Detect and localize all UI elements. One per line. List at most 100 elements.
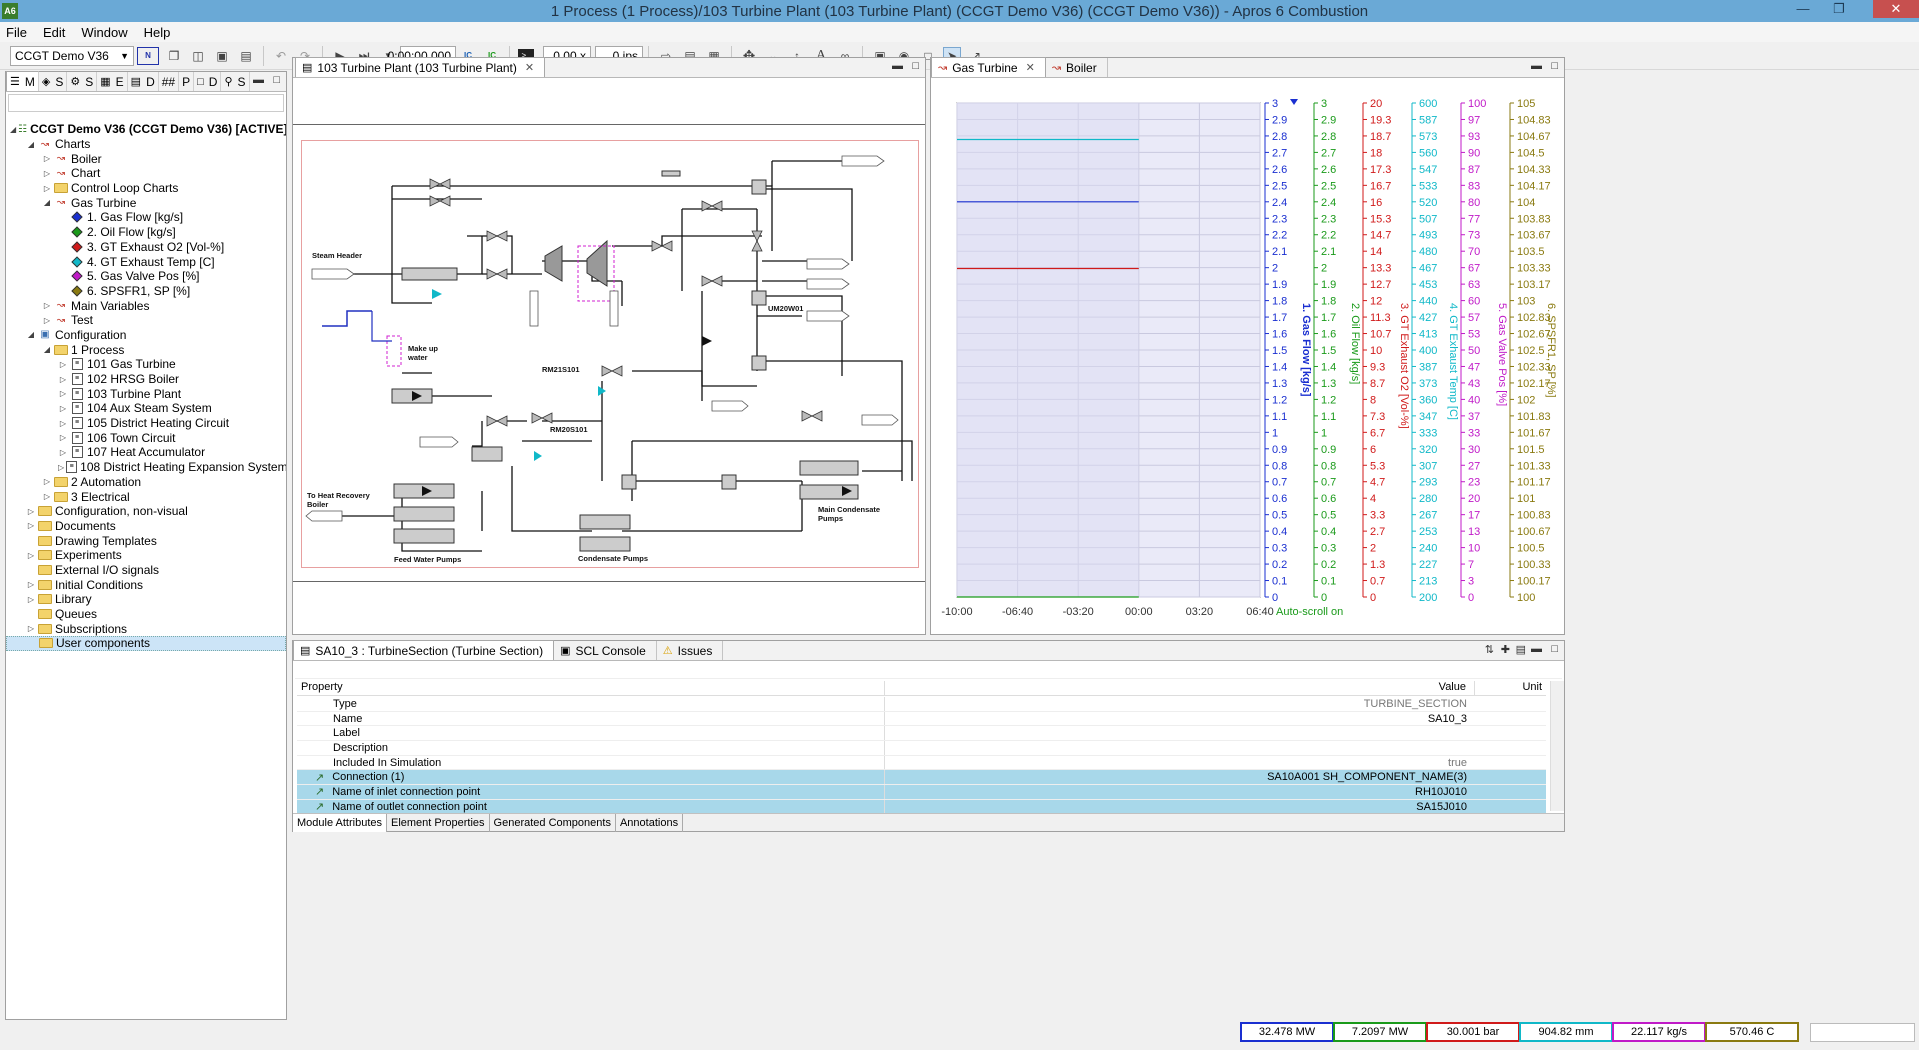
subtab-element-properties[interactable]: Element Properties	[387, 813, 490, 832]
tree-node[interactable]: 1. Gas Flow [kg/s]	[6, 210, 286, 225]
tree-node[interactable]: ▷ ↝ Boiler	[6, 151, 286, 166]
tree-node[interactable]: ◢ 1 Process	[6, 342, 286, 357]
expanded-arrow-icon[interactable]: ◢	[26, 330, 36, 339]
tab-symbols[interactable]: ◈ S	[39, 72, 68, 91]
collapsed-arrow-icon[interactable]: ▷	[58, 448, 68, 457]
undo-icon[interactable]: ↶	[272, 47, 290, 65]
tab-p[interactable]: P	[179, 72, 195, 91]
collapsed-arrow-icon[interactable]: ▷	[26, 580, 36, 589]
tab-properties[interactable]: ▤ SA10_3 : TurbineSection (Turbine Sectio…	[293, 640, 555, 660]
tree-node[interactable]: ▷ ≡ 104 Aux Steam System	[6, 401, 286, 416]
collapsed-arrow-icon[interactable]: ▷	[42, 477, 52, 486]
maximize-view-icon[interactable]: □	[1551, 643, 1558, 655]
property-value[interactable]	[885, 726, 1475, 740]
tree-node[interactable]: Drawing Templates	[6, 533, 286, 548]
tab-search[interactable]: ⚲ S	[221, 72, 250, 91]
property-row[interactable]: ↗ Connection (1) SA10A001 SH_COMPONENT_NAM…	[297, 770, 1546, 786]
view-menu-icon[interactable]: ▤	[1516, 643, 1526, 656]
column-property[interactable]: Property	[297, 681, 885, 695]
menu-edit[interactable]: Edit	[43, 25, 65, 40]
property-value[interactable]	[885, 741, 1475, 755]
properties-filter[interactable]	[295, 662, 1562, 679]
tree-node[interactable]: 3. GT Exhaust O2 [Vol-%]	[6, 240, 286, 255]
maximize-view-icon[interactable]: □	[1551, 60, 1558, 72]
tree-node[interactable]: User components	[6, 636, 286, 651]
minimize-view-icon[interactable]: ▬	[253, 74, 264, 86]
tree-node[interactable]: ◢ ▣ Configuration	[6, 328, 286, 343]
tab-model[interactable]: ☰ M	[6, 71, 39, 91]
tree-node[interactable]: 5. Gas Valve Pos [%]	[6, 269, 286, 284]
tree-node[interactable]: ◢ ↝ Gas Turbine	[6, 195, 286, 210]
tree-node[interactable]: ▷ 3 Electrical	[6, 489, 286, 504]
copy-icon[interactable]: ❐	[165, 47, 183, 65]
property-value[interactable]: RH10J010	[885, 785, 1475, 799]
tree-node[interactable]: 4. GT Exhaust Temp [C]	[6, 254, 286, 269]
minimize-view-icon[interactable]: ▬	[1531, 60, 1542, 72]
property-row[interactable]: ↗ Name of inlet connection point RH10J010	[297, 785, 1546, 800]
property-value[interactable]: true	[885, 756, 1475, 770]
tree-node[interactable]: ▷ 2 Automation	[6, 475, 286, 490]
tab-diagrams[interactable]: ▤ D	[128, 72, 159, 91]
tree-node[interactable]: ◢ ↝ Charts	[6, 137, 286, 152]
subtab-module-attributes[interactable]: Module Attributes	[293, 813, 387, 832]
property-value[interactable]: SA10_3	[885, 712, 1475, 726]
tree-node[interactable]: ▷ ↝ Chart	[6, 166, 286, 181]
property-value[interactable]: SA10A001 SH_COMPONENT_NAME(3)	[885, 770, 1475, 784]
tree-node[interactable]: 2. Oil Flow [kg/s]	[6, 225, 286, 240]
properties-scrollbar[interactable]	[1550, 681, 1564, 811]
property-row[interactable]: Label	[297, 726, 1546, 742]
collapsed-arrow-icon[interactable]: ▷	[42, 169, 52, 178]
collapsed-arrow-icon[interactable]: ▷	[58, 389, 68, 398]
tree-node[interactable]: ▷ Library	[6, 592, 286, 607]
collapsed-arrow-icon[interactable]: ▷	[58, 433, 68, 442]
tree-node[interactable]: Queues	[6, 607, 286, 622]
close-icon[interactable]: ✕	[1873, 0, 1919, 18]
close-tab-icon[interactable]: ✕	[525, 61, 534, 74]
expanded-arrow-icon[interactable]: ◢	[42, 345, 52, 354]
expanded-arrow-icon[interactable]: ◢	[10, 125, 16, 134]
collapsed-arrow-icon[interactable]: ▷	[58, 375, 68, 384]
column-value[interactable]: Value	[885, 681, 1475, 695]
tree-node[interactable]: ▷ ≡ 102 HRSG Boiler	[6, 372, 286, 387]
property-value[interactable]: SA15J010	[885, 800, 1475, 814]
tab-scl-console[interactable]: ▣ SCL Console	[554, 641, 657, 660]
tree-node[interactable]: ▷ Configuration, non-visual	[6, 504, 286, 519]
collapsed-arrow-icon[interactable]: ▷	[58, 404, 68, 413]
tab-elements[interactable]: ▦ E	[97, 72, 128, 91]
property-row[interactable]: Included In Simulation true	[297, 755, 1546, 771]
collapsed-arrow-icon[interactable]: ▷	[26, 507, 36, 516]
tree-node[interactable]: ▷ ≡ 105 District Heating Circuit	[6, 416, 286, 431]
expanded-arrow-icon[interactable]: ◢	[42, 198, 52, 207]
tree-node[interactable]: ▷ Initial Conditions	[6, 577, 286, 592]
collapsed-arrow-icon[interactable]: ▷	[42, 154, 52, 163]
collapsed-arrow-icon[interactable]: ▷	[26, 521, 36, 530]
tree-node[interactable]: ▷ Documents	[6, 519, 286, 534]
collapsed-arrow-icon[interactable]: ▷	[42, 316, 52, 325]
property-row[interactable]: Description	[297, 741, 1546, 756]
tree-node[interactable]: ▷ ≡ 103 Turbine Plant	[6, 386, 286, 401]
collapsed-arrow-icon[interactable]: ▷	[42, 301, 52, 310]
layers-icon[interactable]: ▤	[237, 47, 255, 65]
menu-help[interactable]: Help	[144, 25, 171, 40]
tree-node[interactable]: ▷ ≡ 108 District Heating Expansion System	[6, 460, 286, 475]
tree-node[interactable]: ◢ ☷ CCGT Demo V36 (CCGT Demo V36) [ACTIVE]…	[6, 122, 286, 137]
tree-node[interactable]: ▷ Experiments	[6, 548, 286, 563]
nodes-icon[interactable]: N	[137, 46, 159, 65]
minimize-view-icon[interactable]: ▬	[892, 60, 903, 72]
collapsed-arrow-icon[interactable]: ▷	[26, 624, 36, 633]
tab-settings[interactable]: ⚙ S	[67, 72, 98, 91]
tree-node[interactable]: ▷ ↝ Main Variables	[6, 298, 286, 313]
collapsed-arrow-icon[interactable]: ▷	[26, 595, 36, 604]
database-icon[interactable]: ◫	[189, 47, 207, 65]
minimize-icon[interactable]: —	[1789, 0, 1817, 18]
tree-node[interactable]: ▷ Control Loop Charts	[6, 181, 286, 196]
save-icon[interactable]: ▣	[213, 47, 231, 65]
maximize-view-icon[interactable]: □	[912, 60, 919, 72]
status-input[interactable]	[1810, 1023, 1915, 1042]
tab-documents[interactable]: □ D	[194, 72, 222, 91]
tree-node[interactable]: ▷ Subscriptions	[6, 621, 286, 636]
collapsed-arrow-icon[interactable]: ▷	[26, 551, 36, 560]
process-diagram[interactable]: Steam Header Make up water UM20W01 RM21S…	[301, 140, 919, 568]
collapsed-arrow-icon[interactable]: ▷	[58, 360, 68, 369]
filter-input[interactable]	[8, 94, 284, 112]
